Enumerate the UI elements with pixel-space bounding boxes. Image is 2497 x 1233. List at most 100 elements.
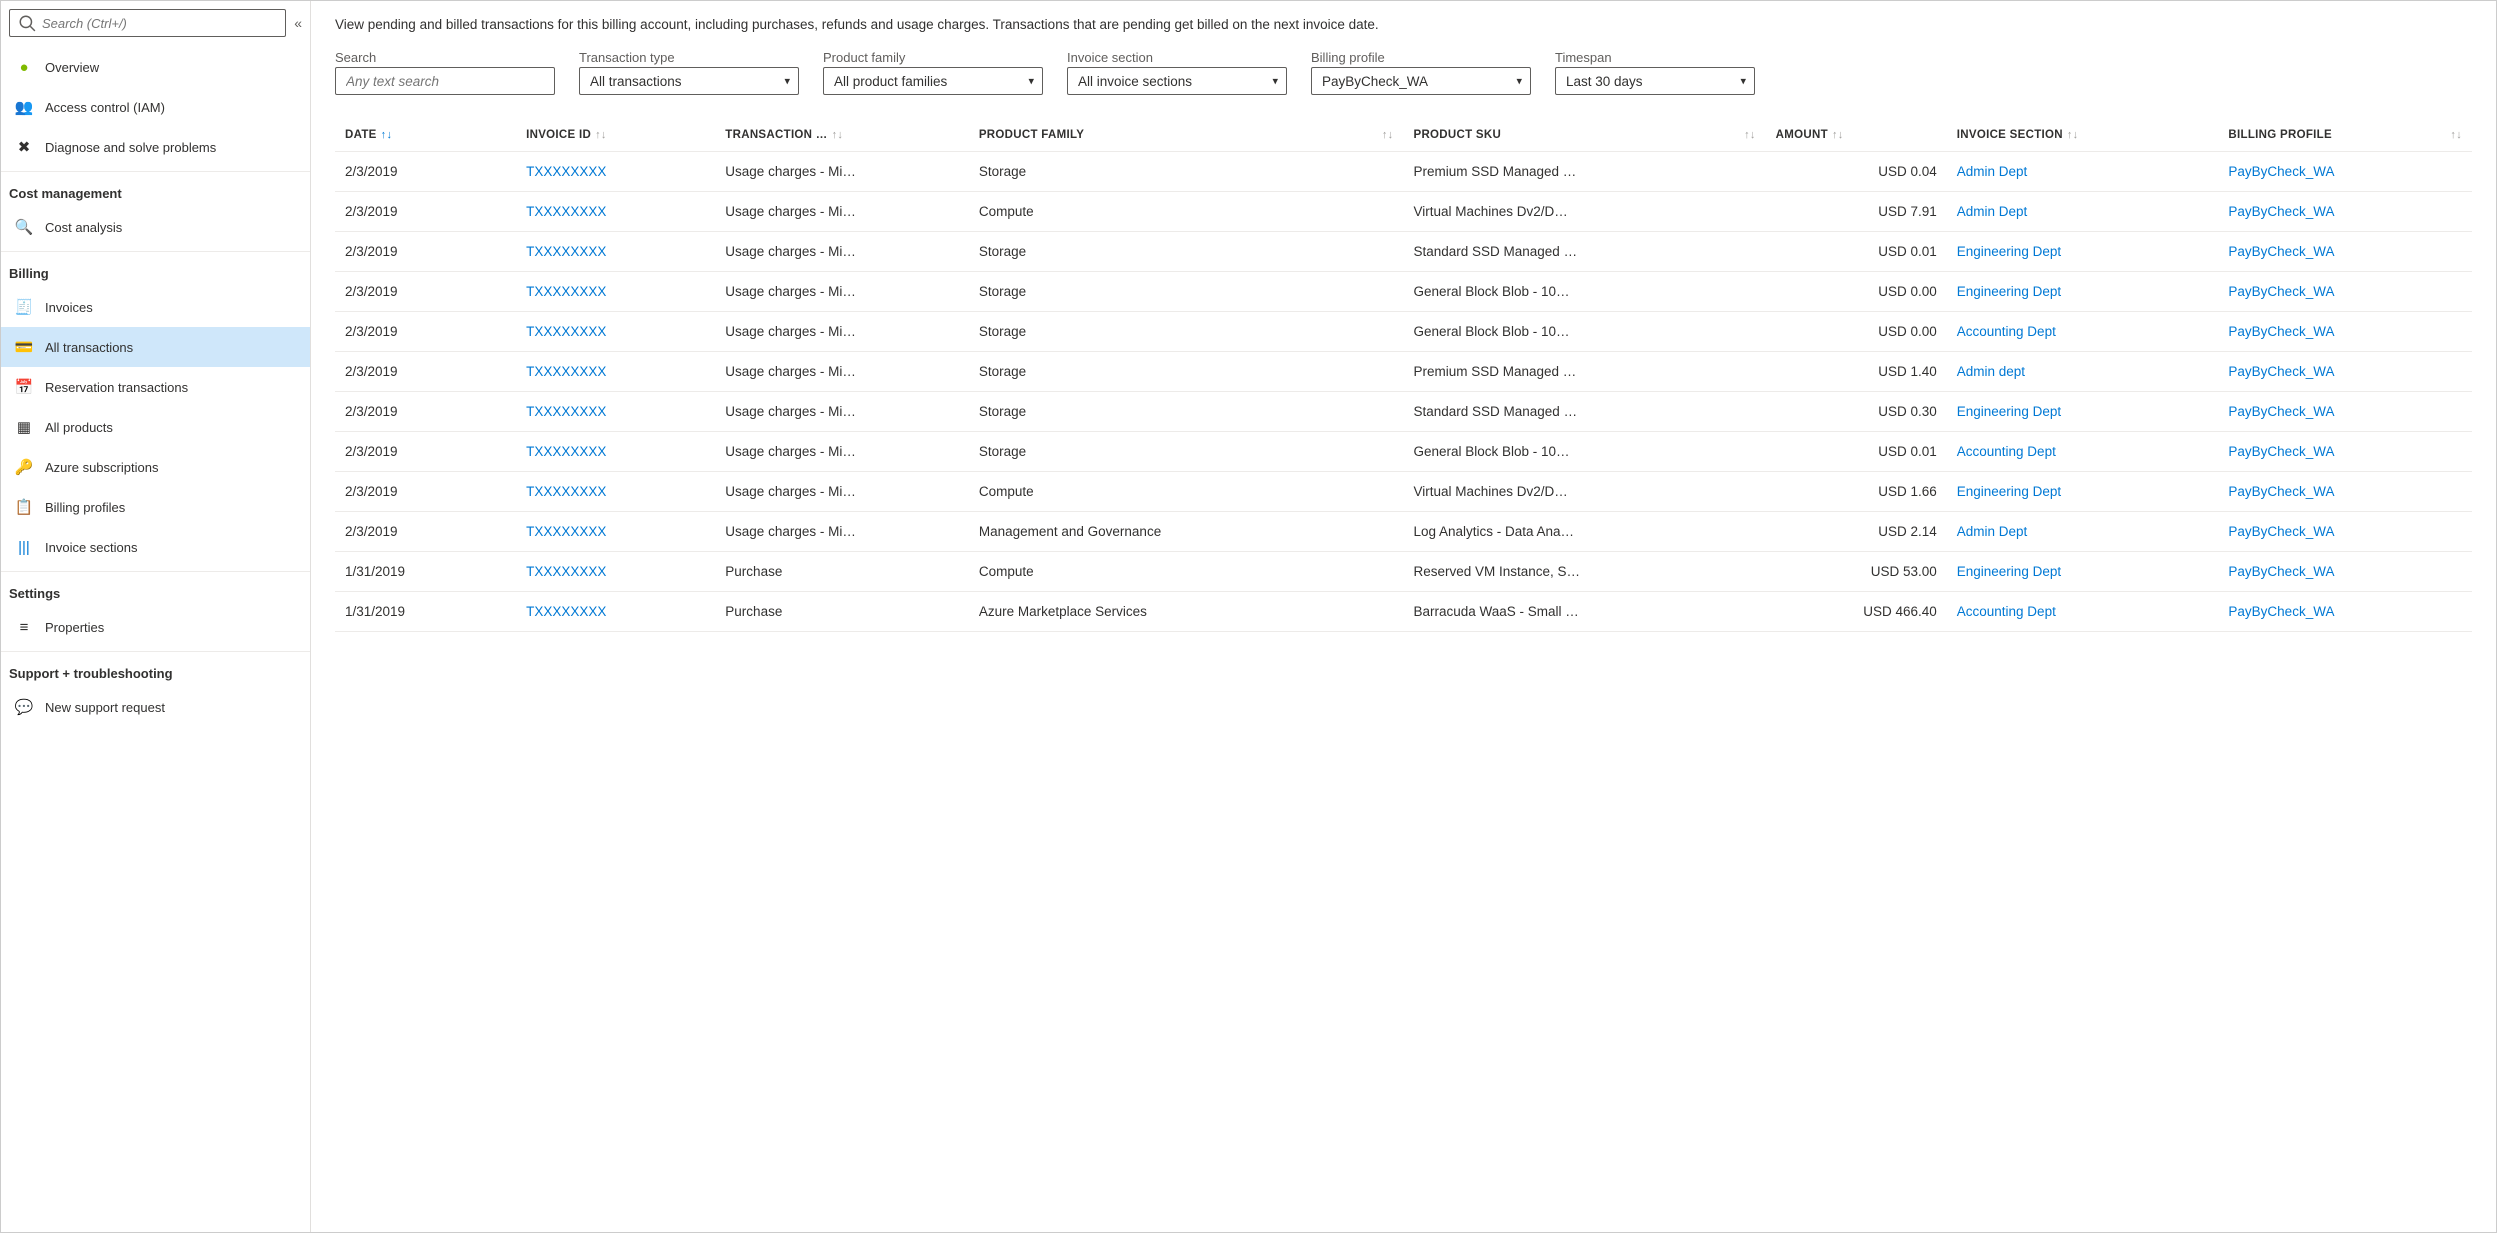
sidebar-item-diagnose-and-solve-problems[interactable]: ✖Diagnose and solve problems: [1, 127, 310, 167]
cell-invoice-id[interactable]: TXXXXXXXX: [516, 552, 715, 592]
col-header-invoice-id[interactable]: INVOICE ID↑↓: [516, 119, 715, 152]
cell-invoice-section-link[interactable]: Engineering Dept: [1957, 564, 2061, 579]
cell-billing-profile[interactable]: PayByCheck_WA: [2218, 272, 2472, 312]
cell-invoice-section-link[interactable]: Accounting Dept: [1957, 444, 2056, 459]
cell-billing-profile-link[interactable]: PayByCheck_WA: [2228, 324, 2334, 339]
col-header-date[interactable]: DATE↑↓: [335, 119, 516, 152]
cell-invoice-section-link[interactable]: Accounting Dept: [1957, 604, 2056, 619]
cell-invoice-section-link[interactable]: Engineering Dept: [1957, 404, 2061, 419]
cell-billing-profile[interactable]: PayByCheck_WA: [2218, 192, 2472, 232]
filter-timespan[interactable]: Last 30 days ▾: [1555, 67, 1755, 95]
cell-invoice-section-link[interactable]: Engineering Dept: [1957, 284, 2061, 299]
cell-billing-profile[interactable]: PayByCheck_WA: [2218, 472, 2472, 512]
cell-invoice-section[interactable]: Engineering Dept: [1947, 472, 2219, 512]
cell-billing-profile-link[interactable]: PayByCheck_WA: [2228, 524, 2334, 539]
sidebar-search[interactable]: [9, 9, 286, 37]
col-header-amount[interactable]: AMOUNT↑↓: [1766, 119, 1947, 152]
cell-billing-profile[interactable]: PayByCheck_WA: [2218, 352, 2472, 392]
cell-billing-profile[interactable]: PayByCheck_WA: [2218, 392, 2472, 432]
cell-invoice-section-link[interactable]: Engineering Dept: [1957, 484, 2061, 499]
sidebar-item-all-products[interactable]: ▦All products: [1, 407, 310, 447]
cell-billing-profile-link[interactable]: PayByCheck_WA: [2228, 444, 2334, 459]
sidebar-item-cost-analysis[interactable]: 🔍Cost analysis: [1, 207, 310, 247]
cell-invoice-section[interactable]: Admin Dept: [1947, 192, 2219, 232]
cell-invoice-id[interactable]: TXXXXXXXX: [516, 152, 715, 192]
cell-invoice-id-link[interactable]: TXXXXXXXX: [526, 364, 606, 379]
sidebar-item-billing-profiles[interactable]: 📋Billing profiles: [1, 487, 310, 527]
cell-invoice-section[interactable]: Engineering Dept: [1947, 392, 2219, 432]
cell-invoice-id-link[interactable]: TXXXXXXXX: [526, 604, 606, 619]
cell-billing-profile-link[interactable]: PayByCheck_WA: [2228, 364, 2334, 379]
cell-invoice-section-link[interactable]: Admin dept: [1957, 364, 2025, 379]
cell-invoice-id-link[interactable]: TXXXXXXXX: [526, 164, 606, 179]
cell-invoice-id-link[interactable]: TXXXXXXXX: [526, 444, 606, 459]
sidebar-item-reservation-transactions[interactable]: 📅Reservation transactions: [1, 367, 310, 407]
filter-invoice-section[interactable]: All invoice sections ▾: [1067, 67, 1287, 95]
cell-invoice-section[interactable]: Admin dept: [1947, 352, 2219, 392]
cell-invoice-id[interactable]: TXXXXXXXX: [516, 312, 715, 352]
cell-invoice-id[interactable]: TXXXXXXXX: [516, 512, 715, 552]
cell-invoice-id[interactable]: TXXXXXXXX: [516, 432, 715, 472]
cell-invoice-id[interactable]: TXXXXXXXX: [516, 232, 715, 272]
cell-billing-profile[interactable]: PayByCheck_WA: [2218, 512, 2472, 552]
cell-billing-profile-link[interactable]: PayByCheck_WA: [2228, 604, 2334, 619]
cell-billing-profile-link[interactable]: PayByCheck_WA: [2228, 284, 2334, 299]
cell-billing-profile-link[interactable]: PayByCheck_WA: [2228, 404, 2334, 419]
cell-invoice-section-link[interactable]: Admin Dept: [1957, 164, 2028, 179]
cell-billing-profile-link[interactable]: PayByCheck_WA: [2228, 164, 2334, 179]
cell-billing-profile[interactable]: PayByCheck_WA: [2218, 432, 2472, 472]
sidebar-item-all-transactions[interactable]: 💳All transactions: [1, 327, 310, 367]
cell-invoice-id[interactable]: TXXXXXXXX: [516, 472, 715, 512]
filter-transaction-type[interactable]: All transactions ▾: [579, 67, 799, 95]
filter-billing-profile[interactable]: PayByCheck_WA ▾: [1311, 67, 1531, 95]
cell-invoice-id[interactable]: TXXXXXXXX: [516, 192, 715, 232]
cell-billing-profile[interactable]: PayByCheck_WA: [2218, 592, 2472, 632]
cell-billing-profile[interactable]: PayByCheck_WA: [2218, 312, 2472, 352]
collapse-sidebar-button[interactable]: «: [294, 15, 302, 31]
cell-invoice-id[interactable]: TXXXXXXXX: [516, 392, 715, 432]
cell-billing-profile-link[interactable]: PayByCheck_WA: [2228, 244, 2334, 259]
sidebar-item-azure-subscriptions[interactable]: 🔑Azure subscriptions: [1, 447, 310, 487]
cell-invoice-section[interactable]: Accounting Dept: [1947, 592, 2219, 632]
cell-invoice-id-link[interactable]: TXXXXXXXX: [526, 204, 606, 219]
sidebar-item-invoice-sections[interactable]: |||Invoice sections: [1, 527, 310, 567]
cell-invoice-section[interactable]: Admin Dept: [1947, 152, 2219, 192]
cell-invoice-id[interactable]: TXXXXXXXX: [516, 272, 715, 312]
cell-invoice-id-link[interactable]: TXXXXXXXX: [526, 484, 606, 499]
sidebar-search-input[interactable]: [42, 16, 277, 31]
cell-billing-profile-link[interactable]: PayByCheck_WA: [2228, 204, 2334, 219]
cell-invoice-section[interactable]: Accounting Dept: [1947, 312, 2219, 352]
sidebar-item-properties[interactable]: ≡Properties: [1, 607, 310, 647]
cell-billing-profile-link[interactable]: PayByCheck_WA: [2228, 564, 2334, 579]
col-header-invoice-section[interactable]: INVOICE SECTION↑↓: [1947, 119, 2219, 152]
sidebar-item-new-support-request[interactable]: 💬New support request: [1, 687, 310, 727]
cell-invoice-section[interactable]: Engineering Dept: [1947, 552, 2219, 592]
cell-invoice-id-link[interactable]: TXXXXXXXX: [526, 244, 606, 259]
cell-invoice-section[interactable]: Accounting Dept: [1947, 432, 2219, 472]
cell-invoice-section-link[interactable]: Admin Dept: [1957, 524, 2028, 539]
cell-invoice-section-link[interactable]: Engineering Dept: [1957, 244, 2061, 259]
col-header-transaction[interactable]: TRANSACTION …↑↓: [715, 119, 969, 152]
filter-search-input[interactable]: [346, 74, 526, 89]
cell-billing-profile[interactable]: PayByCheck_WA: [2218, 152, 2472, 192]
cell-invoice-id-link[interactable]: TXXXXXXXX: [526, 404, 606, 419]
cell-billing-profile-link[interactable]: PayByCheck_WA: [2228, 484, 2334, 499]
cell-invoice-id[interactable]: TXXXXXXXX: [516, 352, 715, 392]
col-header-billing-profile[interactable]: BILLING PROFILE↑↓: [2218, 119, 2472, 152]
filter-product-family[interactable]: All product families ▾: [823, 67, 1043, 95]
cell-invoice-section[interactable]: Engineering Dept: [1947, 232, 2219, 272]
cell-invoice-id-link[interactable]: TXXXXXXXX: [526, 324, 606, 339]
cell-invoice-section[interactable]: Engineering Dept: [1947, 272, 2219, 312]
filter-search[interactable]: [335, 67, 555, 95]
cell-invoice-section[interactable]: Admin Dept: [1947, 512, 2219, 552]
sidebar-item-overview[interactable]: ●Overview: [1, 47, 310, 87]
cell-invoice-id-link[interactable]: TXXXXXXXX: [526, 524, 606, 539]
cell-invoice-id[interactable]: TXXXXXXXX: [516, 592, 715, 632]
cell-invoice-section-link[interactable]: Accounting Dept: [1957, 324, 2056, 339]
cell-billing-profile[interactable]: PayByCheck_WA: [2218, 552, 2472, 592]
col-header-product-family[interactable]: PRODUCT FAMILY↑↓: [969, 119, 1404, 152]
cell-invoice-id-link[interactable]: TXXXXXXXX: [526, 284, 606, 299]
cell-invoice-section-link[interactable]: Admin Dept: [1957, 204, 2028, 219]
cell-invoice-id-link[interactable]: TXXXXXXXX: [526, 564, 606, 579]
sidebar-item-invoices[interactable]: 🧾Invoices: [1, 287, 310, 327]
